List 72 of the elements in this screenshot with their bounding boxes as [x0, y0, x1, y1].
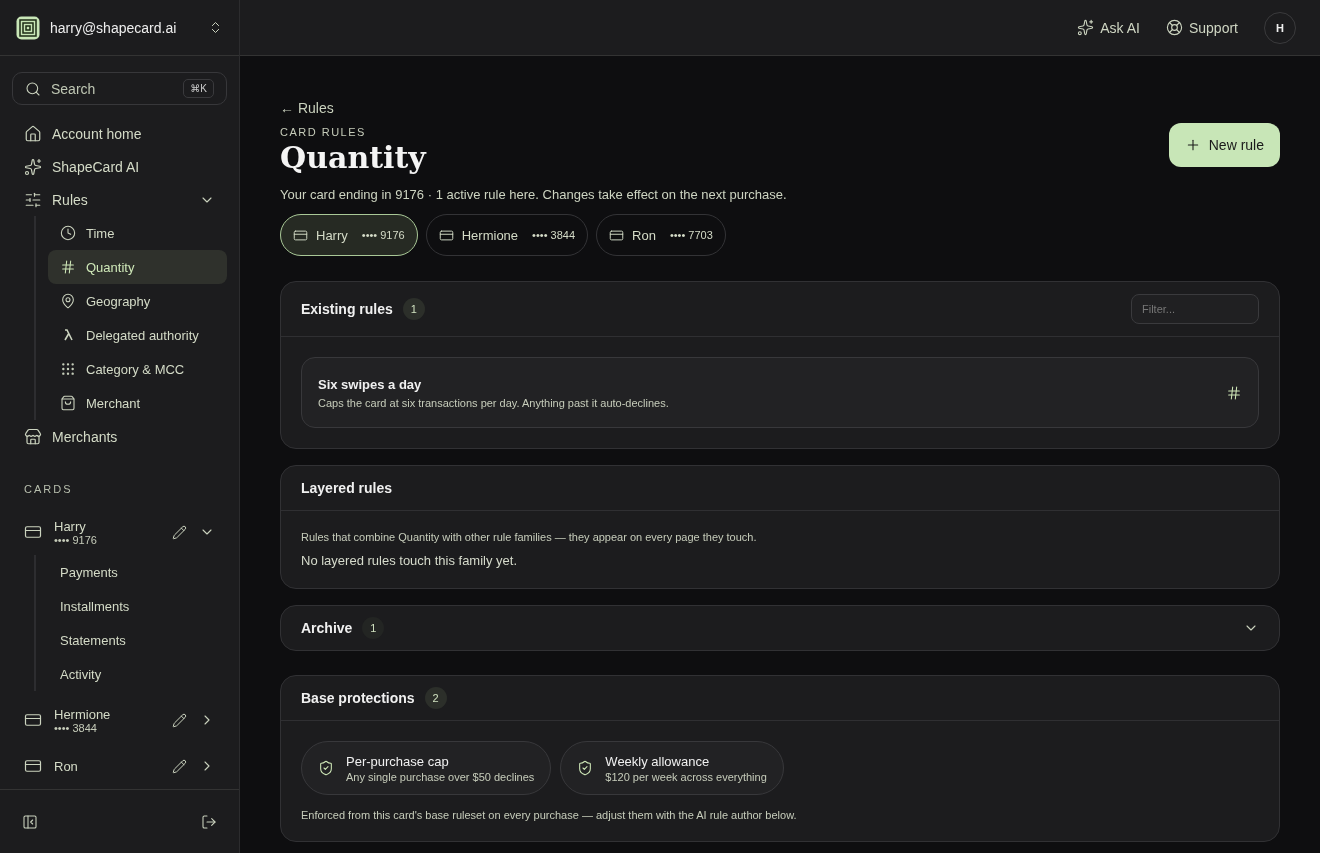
pencil-icon	[172, 712, 187, 728]
panel-title: Base protections	[301, 690, 415, 706]
rule-name: Six swipes a day	[318, 376, 423, 392]
card-icon	[438, 227, 454, 243]
pencil-icon	[172, 524, 187, 540]
card-item[interactable]: Hermione •••• 3844	[12, 697, 227, 744]
panel-title: Archive	[301, 620, 353, 636]
nav-item[interactable]: Merchant	[48, 386, 227, 421]
collapse-sidebar-icon	[22, 813, 38, 830]
nav-item[interactable]: Installments	[48, 589, 227, 624]
sliders-icon	[24, 190, 42, 209]
pencil-icon	[172, 758, 187, 774]
card-item[interactable]: Harry •••• 9176	[12, 509, 227, 556]
page-subtitle: Your card ending in 9176 · 1 active rule here. Changes take effect on the next purchase.	[280, 187, 788, 202]
card-tab[interactable]: Harry •••• 9176	[280, 214, 418, 256]
dots-grid-icon	[60, 361, 76, 378]
filter-field[interactable]: Filter...	[1131, 294, 1259, 324]
sparkles-icon	[1077, 19, 1095, 36]
lifebuoy-icon	[1165, 19, 1183, 36]
count-badge: 2	[424, 687, 447, 709]
rule-card[interactable]: Six swipes a day Caps the card at six transactions per day. Anything past it auto-declines.	[301, 357, 1259, 428]
new-rule-button[interactable]: New rule	[1168, 122, 1280, 167]
nav-item[interactable]: Quantity	[48, 250, 227, 285]
shield-check-icon	[577, 760, 594, 776]
nav-item[interactable]: Category & MCC	[48, 352, 227, 387]
panel-title: Existing rules	[301, 301, 393, 317]
protection-name: Per-purchase cap	[346, 753, 450, 769]
rule-description: Caps the card at six transactions per day. Anything past it auto-declines.	[318, 396, 670, 409]
support-button[interactable]: Support	[1165, 19, 1238, 36]
nav-item[interactable]: Account home	[12, 117, 227, 151]
hash-icon	[60, 259, 76, 276]
nav-item[interactable]: Delegated authority	[48, 318, 227, 353]
protection-description: $120 per week across everything	[605, 770, 767, 783]
protection-description: Any single purchase over $50 declines	[346, 770, 535, 783]
nav-item[interactable]: Rules	[12, 183, 227, 217]
section-heading: CARDS	[23, 482, 74, 498]
shield-check-icon	[318, 760, 334, 776]
eyebrow-label: CARD RULES	[280, 126, 367, 138]
count-badge: 1	[362, 617, 385, 639]
sparkles-icon	[24, 157, 42, 176]
account-email: harry@shapecard.ai	[50, 19, 178, 36]
shopping-bag-icon	[60, 395, 76, 412]
nav-item[interactable]: Time	[48, 216, 227, 251]
map-pin-icon	[60, 293, 76, 310]
hash-icon	[1226, 384, 1242, 401]
card-icon	[609, 227, 624, 243]
count-badge: 1	[402, 298, 425, 320]
nav-item[interactable]: Statements	[48, 623, 227, 658]
home-icon	[24, 124, 42, 143]
protection-name: Weekly allowance	[605, 753, 711, 769]
nav-item[interactable]: Activity	[48, 657, 227, 692]
ask-ai-button[interactable]: Ask AI	[1077, 19, 1140, 36]
clock-icon	[60, 225, 76, 242]
empty-message: No layered rules touch this family yet.	[301, 553, 519, 568]
archive-panel[interactable]: Archive 1	[280, 605, 1280, 651]
shortcut-key: ⌘K	[183, 79, 214, 99]
search-field[interactable]: Search ⌘K	[12, 72, 227, 106]
nav-item[interactable]: Merchants	[12, 420, 227, 454]
back-link[interactable]: ← Rules	[280, 100, 334, 116]
store-icon	[24, 427, 42, 446]
card-item[interactable]: Ron	[12, 743, 227, 789]
logo-icon	[16, 15, 40, 40]
nav-item[interactable]: Payments	[48, 555, 227, 590]
panel-note: Enforced from this card's base ruleset on every purchase — adjust them with the AI rule author below.	[301, 809, 798, 821]
log-out-icon	[201, 813, 217, 830]
nav-item[interactable]: Geography	[48, 284, 227, 319]
nav-item[interactable]: ShapeCard AI	[12, 150, 227, 184]
panel-note: Rules that combine Quantity with other rule families — they appear on every page they touch.	[301, 531, 758, 543]
search-icon	[25, 80, 41, 97]
page-title: Quantity	[280, 140, 426, 175]
card-icon	[293, 227, 308, 243]
panel-title: Layered rules	[301, 480, 393, 496]
